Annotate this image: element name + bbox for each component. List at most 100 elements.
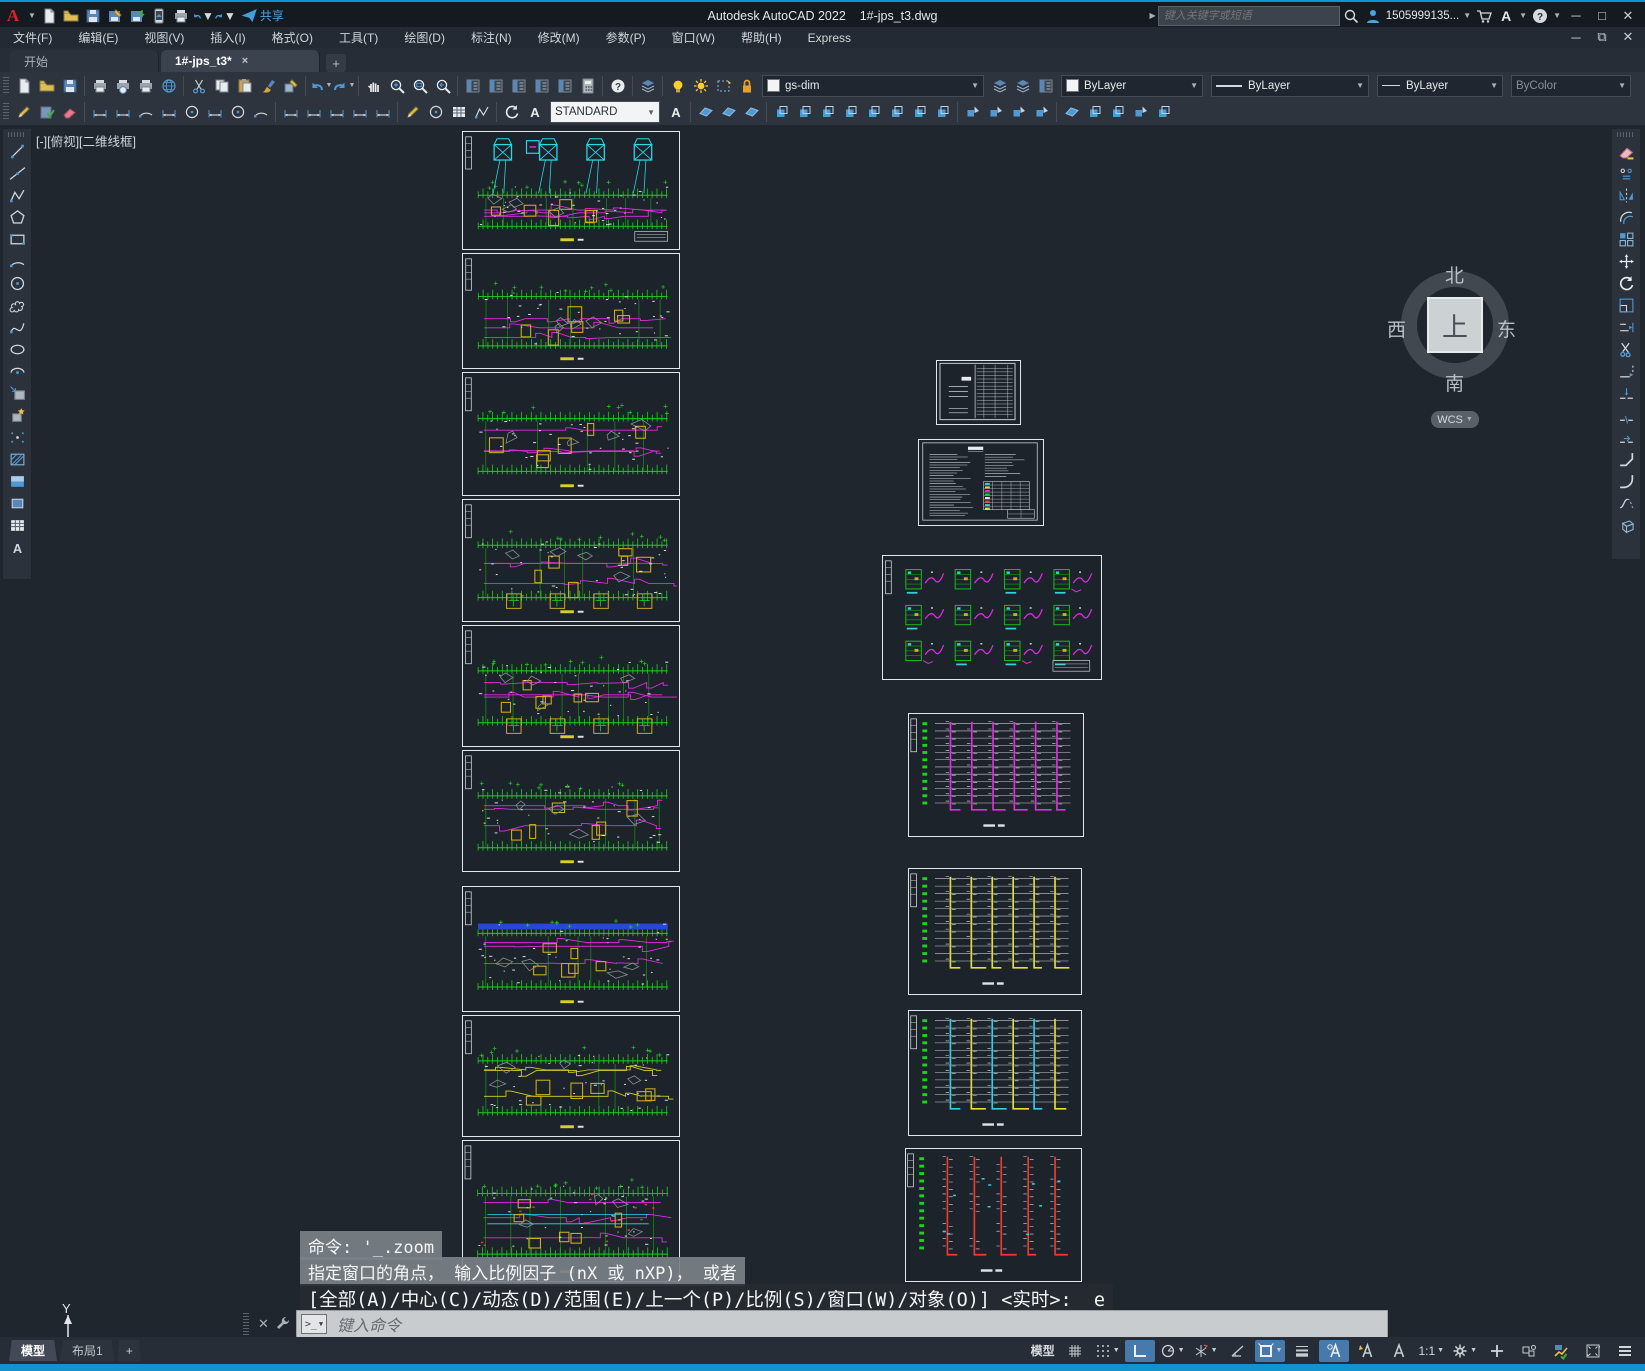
rotate-icon[interactable]: [1614, 272, 1638, 294]
layer-thaw-icon[interactable]: [689, 75, 712, 97]
extrude-faces-icon[interactable]: [770, 101, 793, 123]
thicken-icon[interactable]: [1106, 101, 1129, 123]
join-icon[interactable]: [1614, 426, 1638, 448]
toolbar-grip[interactable]: [3, 103, 9, 121]
apps-caret-icon[interactable]: ▼: [1519, 11, 1527, 20]
revision-cloud-icon[interactable]: [5, 294, 29, 316]
redo-icon[interactable]: ▼: [332, 75, 355, 97]
angular-dimension-icon[interactable]: [249, 101, 272, 123]
graphics-performance-button[interactable]: [1546, 1340, 1576, 1362]
collapse-arrow-icon[interactable]: ▶: [1150, 11, 1156, 20]
layer-walk-icon[interactable]: [712, 75, 735, 97]
blend-curves-icon[interactable]: [1614, 492, 1638, 514]
open-icon[interactable]: [35, 75, 58, 97]
rectangle-icon[interactable]: [5, 228, 29, 250]
model-space-button[interactable]: 模型: [1028, 1340, 1058, 1362]
tab-document[interactable]: 1#-jps_t3* ×: [161, 50, 320, 72]
layer-previous-icon[interactable]: [1011, 75, 1034, 97]
zoom-window-icon[interactable]: [408, 75, 431, 97]
command-bar-handle[interactable]: ✕: [240, 1313, 291, 1335]
arc-length-dimension-icon[interactable]: [134, 101, 157, 123]
line-icon[interactable]: [5, 140, 29, 162]
properties-icon[interactable]: [461, 75, 484, 97]
menu-0[interactable]: 文件(F): [0, 27, 65, 48]
annotation-monitor-button[interactable]: [1482, 1340, 1512, 1362]
snap-mode-toggle[interactable]: ▼: [1092, 1340, 1123, 1362]
ellipse-arc-icon[interactable]: [5, 360, 29, 382]
chamfer-icon[interactable]: [1614, 448, 1638, 470]
object-snap-toggle[interactable]: ▼: [1254, 1339, 1286, 1362]
command-input-bar[interactable]: >_ ▼ 键入命令: [296, 1310, 1388, 1337]
zoom-realtime-icon[interactable]: [385, 75, 408, 97]
etransmit-icon[interactable]: [157, 75, 180, 97]
customization-button[interactable]: [1610, 1340, 1640, 1362]
quick-dimension-icon[interactable]: [279, 101, 302, 123]
annotation-autoscale-toggle[interactable]: [1351, 1340, 1381, 1362]
color-faces-icon[interactable]: [885, 101, 908, 123]
minimize-button[interactable]: ─: [1563, 5, 1589, 26]
point-icon[interactable]: [5, 426, 29, 448]
help-caret-icon[interactable]: ▼: [1553, 11, 1561, 20]
doc-restore-button[interactable]: ⧉: [1589, 27, 1615, 47]
dimension-style-icon[interactable]: A: [664, 101, 687, 123]
fillet-icon[interactable]: [1614, 470, 1638, 492]
region-icon[interactable]: [5, 492, 29, 514]
quick-calc-icon[interactable]: [576, 75, 599, 97]
union-icon[interactable]: [694, 101, 717, 123]
wcs-menu[interactable]: WCS ▼: [1431, 411, 1479, 428]
clean-screen-button[interactable]: [1578, 1340, 1608, 1362]
logo-caret-icon[interactable]: ▼: [28, 11, 36, 20]
new-layout-button[interactable]: +: [117, 1340, 141, 1361]
annotation-visibility-toggle[interactable]: [1319, 1339, 1350, 1362]
separate-icon[interactable]: [1007, 101, 1030, 123]
trim-icon[interactable]: [1614, 338, 1638, 360]
tab-close-icon[interactable]: ×: [242, 55, 248, 67]
save-as-icon[interactable]: [104, 5, 126, 26]
polyline-icon[interactable]: [5, 184, 29, 206]
menu-4[interactable]: 格式(O): [259, 27, 326, 48]
make-object-layer-current-icon[interactable]: [988, 75, 1011, 97]
color-combo[interactable]: ByLayer ▼: [1061, 74, 1203, 97]
plot-icon[interactable]: [88, 75, 111, 97]
delete-faces-icon[interactable]: [839, 101, 862, 123]
help-icon[interactable]: ?: [1529, 5, 1551, 26]
stretch-icon[interactable]: [1614, 316, 1638, 338]
dimension-break-icon[interactable]: [371, 101, 394, 123]
menu-5[interactable]: 工具(T): [326, 27, 391, 48]
plot-preview-icon[interactable]: [111, 75, 134, 97]
convert-icon[interactable]: [1152, 101, 1175, 123]
app-store-cart-icon[interactable]: [1473, 5, 1495, 26]
tool-palettes-icon[interactable]: [507, 75, 530, 97]
spline-icon[interactable]: [5, 316, 29, 338]
annotation-scale-button[interactable]: 1:1 ▼: [1415, 1340, 1447, 1362]
polar-tracking-toggle[interactable]: ▼: [1157, 1340, 1188, 1362]
move-faces-icon[interactable]: [793, 101, 816, 123]
linear-dimension-icon[interactable]: [88, 101, 111, 123]
overkill-icon[interactable]: [58, 101, 81, 123]
qnew-icon[interactable]: [12, 75, 35, 97]
mobile-sync-icon[interactable]: [148, 5, 170, 26]
extend-icon[interactable]: [1614, 360, 1638, 382]
circle-icon[interactable]: [5, 272, 29, 294]
move-icon[interactable]: [1614, 250, 1638, 272]
doc-minimize-button[interactable]: ─: [1563, 27, 1589, 47]
search-icon[interactable]: [1340, 5, 1362, 26]
center-mark-icon[interactable]: [424, 101, 447, 123]
hatch-icon[interactable]: [5, 448, 29, 470]
menu-1[interactable]: 编辑(E): [65, 27, 131, 48]
menu-7[interactable]: 标注(N): [458, 27, 525, 48]
lineweight-display-toggle[interactable]: [1287, 1340, 1317, 1362]
array-icon[interactable]: [1614, 228, 1638, 250]
copy-icon[interactable]: [1614, 162, 1638, 184]
maximize-button[interactable]: □: [1589, 5, 1615, 26]
baseline-dimension-icon[interactable]: [302, 101, 325, 123]
workspace-switching-button[interactable]: ▼: [1449, 1340, 1480, 1362]
dimension-style-A-icon[interactable]: A: [523, 101, 546, 123]
ordinate-dimension-icon[interactable]: [157, 101, 180, 123]
dimension-edit-icon[interactable]: [401, 101, 424, 123]
viewcube-west[interactable]: 西: [1387, 315, 1406, 342]
jogged-dimension-icon[interactable]: [203, 101, 226, 123]
isometric-drafting-toggle[interactable]: ▼: [1190, 1340, 1221, 1362]
command-bar-grip[interactable]: [243, 1313, 249, 1335]
qsave-icon[interactable]: [58, 75, 81, 97]
